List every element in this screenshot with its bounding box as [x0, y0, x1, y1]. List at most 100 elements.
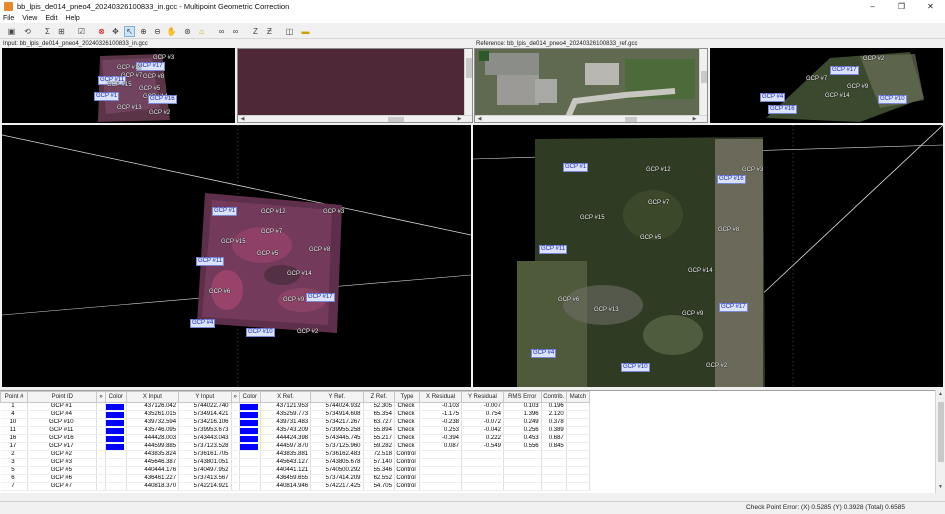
table-cell-type[interactable]: Check: [394, 410, 421, 419]
table-cell-id[interactable]: GCP #11: [27, 426, 98, 435]
column-header[interactable]: Type: [393, 391, 421, 403]
color-swatch-cell[interactable]: [239, 474, 261, 483]
input-zoom-horizontal-scrollbar[interactable]: ◀ ▶: [238, 115, 472, 122]
table-cell-num[interactable]: 2: [0, 450, 29, 459]
table-cell-xin[interactable]: 440818.370: [126, 482, 180, 491]
checkmark-icon[interactable]: ☑: [76, 26, 87, 37]
table-cell-yin[interactable]: 5736161.705: [178, 450, 232, 459]
table-cell-type[interactable]: Control: [394, 474, 421, 483]
table-cell-yres[interactable]: [461, 450, 504, 459]
spacer-cell[interactable]: [231, 458, 240, 467]
table-cell-type[interactable]: Check: [394, 442, 421, 451]
table-cell-yin[interactable]: 5740497.952: [178, 466, 232, 475]
spacer-cell[interactable]: [96, 466, 106, 475]
table-cell-id[interactable]: GCP #2: [27, 450, 98, 459]
table-cell-type[interactable]: Control: [394, 450, 421, 459]
table-cell-yin[interactable]: 5744022.740: [178, 402, 232, 411]
table-cell-contrib[interactable]: [541, 474, 567, 483]
column-header[interactable]: Y Ref.: [310, 391, 364, 403]
table-cell-yin[interactable]: 5734914.421: [178, 410, 232, 419]
link-icon[interactable]: ⟲: [22, 26, 33, 37]
table-cell-yref[interactable]: 5737125.960: [310, 442, 364, 451]
table-cell-xin[interactable]: 444428.003: [126, 434, 180, 443]
table-row[interactable]: 7 GCP #7 440818.370 5742214.921 440814.946 57…: [0, 482, 591, 491]
table-cell-yref[interactable]: 5743805.678: [310, 458, 364, 467]
column-header[interactable]: Contrib.: [540, 391, 567, 403]
table-row[interactable]: 17 GCP #17 444599.885 5737123.528 444597.870…: [0, 442, 591, 451]
table-cell-contrib[interactable]: 0.378: [541, 418, 567, 427]
input-overview-view[interactable]: GCP #17 GCP #12 GCP #7 GCP #8 GCP #11 GC…: [2, 48, 235, 123]
column-header[interactable]: X Ref.: [259, 391, 312, 403]
table-cell-zref[interactable]: 55.894: [363, 426, 395, 435]
menu-help[interactable]: Help: [65, 15, 79, 22]
column-header[interactable]: Point ID: [27, 391, 98, 403]
lock-icon[interactable]: ⌂: [196, 26, 207, 37]
table-cell-match[interactable]: [566, 418, 591, 427]
table-cell-xref[interactable]: 435743.209: [260, 426, 312, 435]
color-swatch-cell[interactable]: [105, 418, 127, 427]
color-swatch-cell[interactable]: [239, 426, 261, 435]
table-cell-xref[interactable]: 440814.946: [260, 482, 312, 491]
table-cell-match[interactable]: [566, 434, 591, 443]
open-project-icon[interactable]: ▣: [6, 26, 17, 37]
table-cell-xin[interactable]: 435261.015: [126, 410, 180, 419]
table-cell-xres[interactable]: 0.253: [419, 426, 462, 435]
minimize-button[interactable]: –: [858, 0, 887, 13]
table-cell-contrib[interactable]: [541, 482, 567, 491]
table-cell-num[interactable]: 3: [0, 458, 29, 467]
table-cell-match[interactable]: [566, 426, 591, 435]
table-cell-yin[interactable]: 5739953.673: [178, 426, 232, 435]
table-cell-num[interactable]: 17: [0, 442, 29, 451]
table-cell-id[interactable]: GCP #17: [27, 442, 98, 451]
table-cell-match[interactable]: [566, 458, 591, 467]
table-cell-yin[interactable]: 5743443.043: [178, 434, 232, 443]
table-cell-yref[interactable]: 5734217.267: [310, 418, 364, 427]
table-cell-yref[interactable]: 5737414.209: [310, 474, 364, 483]
table-cell-match[interactable]: [566, 450, 591, 459]
color-swatch-cell[interactable]: [105, 442, 127, 451]
color-swatch-cell[interactable]: [105, 410, 127, 419]
table-cell-num[interactable]: 6: [0, 474, 29, 483]
table-cell-xref[interactable]: 437121.953: [260, 402, 312, 411]
table-cell-id[interactable]: GCP #16: [27, 434, 98, 443]
menu-edit[interactable]: Edit: [45, 15, 57, 22]
table-cell-yin[interactable]: 5734216.106: [178, 418, 232, 427]
spacer-cell[interactable]: [96, 474, 106, 483]
table-cell-xres[interactable]: [419, 474, 462, 483]
binoculars-auto-icon[interactable]: ∞: [230, 26, 241, 37]
color-swatch-cell[interactable]: [105, 458, 127, 467]
table-cell-num[interactable]: 11: [0, 426, 29, 435]
table-cell-contrib[interactable]: 0.196: [541, 402, 567, 411]
table-cell-yres[interactable]: [461, 482, 504, 491]
table-cell-match[interactable]: [566, 474, 591, 483]
table-cell-rms[interactable]: 0.453: [503, 434, 542, 443]
table-row[interactable]: 2 GCP #2 443835.824 5736161.705 443835.881 57…: [0, 450, 591, 459]
table-cell-xres[interactable]: [419, 482, 462, 491]
table-cell-zref[interactable]: 52.305: [363, 402, 395, 411]
table-cell-yref[interactable]: 5744024.932: [310, 402, 364, 411]
table-cell-contrib[interactable]: 0.845: [541, 442, 567, 451]
table-cell-contrib[interactable]: [541, 450, 567, 459]
reference-main-view[interactable]: GCP #1 GCP #12 GCP #3 GCP #16 GCP #7 GCP…: [473, 125, 943, 387]
table-cell-type[interactable]: Check: [394, 434, 421, 443]
table-cell-yres[interactable]: -0.042: [461, 426, 504, 435]
table-cell-yref[interactable]: 5743445.745: [310, 434, 364, 443]
table-cell-xin[interactable]: 439732.594: [126, 418, 180, 427]
table-cell-yres[interactable]: -0.007: [461, 402, 504, 411]
maximize-button[interactable]: ❐: [887, 0, 916, 13]
color-swatch-cell[interactable]: [105, 482, 127, 491]
table-cell-yref[interactable]: 5739955.258: [310, 426, 364, 435]
table-cell-zref[interactable]: 65.354: [363, 410, 395, 419]
table-cell-type[interactable]: Check: [394, 402, 421, 411]
spacer-cell[interactable]: [231, 442, 240, 451]
close-button[interactable]: ✕: [916, 0, 945, 13]
spacer-cell[interactable]: [96, 402, 106, 411]
table-cell-xres[interactable]: -1.175: [419, 410, 462, 419]
color-swatch-cell[interactable]: [239, 418, 261, 427]
table-cell-xres[interactable]: [419, 458, 462, 467]
table-cell-xres[interactable]: -0.394: [419, 434, 462, 443]
spacer-cell[interactable]: [96, 458, 106, 467]
delete-point-icon[interactable]: ⊗: [96, 26, 107, 37]
table-cell-xref[interactable]: 445643.127: [260, 458, 312, 467]
table-cell-rms[interactable]: 1.396: [503, 410, 542, 419]
